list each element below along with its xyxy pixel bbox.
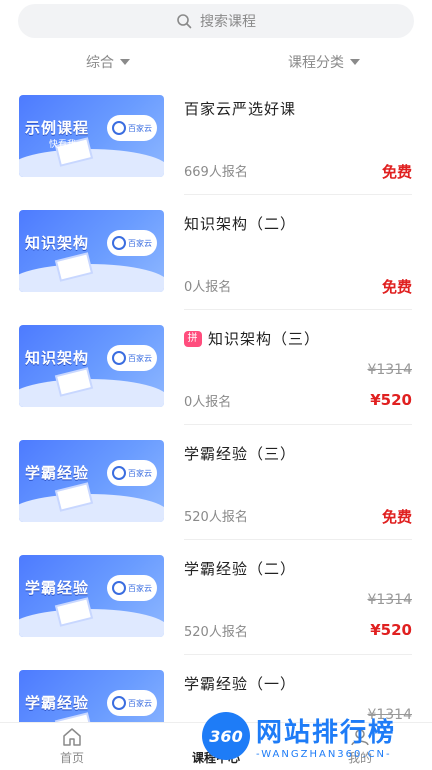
sort-filter[interactable]: 综合 <box>0 48 216 76</box>
tab-home[interactable]: 首页 <box>0 723 144 769</box>
course-price: 免费 <box>381 163 412 181</box>
thumb-decoration <box>19 264 164 292</box>
course-thumbnail: 示例课程 快看我 百家云 <box>19 95 164 177</box>
course-title-text: 学霸经验（二） <box>184 560 297 578</box>
course-title: 拼 知识架构（三） <box>184 328 320 349</box>
thumb-decoration <box>19 494 164 522</box>
thumb-decoration <box>19 379 164 407</box>
search-placeholder: 搜索课程 <box>200 14 256 30</box>
enroll-count: 520人报名 <box>184 625 248 640</box>
category-filter[interactable]: 课程分类 <box>216 48 432 76</box>
enroll-count: 0人报名 <box>184 395 232 410</box>
watermark-subtitle: -WANGZHAN360.CN- <box>256 749 392 760</box>
original-price: ¥1314 <box>367 362 412 378</box>
brand-logo: 百家云 <box>107 575 157 601</box>
group-buy-badge: 拼 <box>184 330 202 347</box>
watermark-title: 网站排行榜 <box>256 718 397 748</box>
sort-filter-label: 综合 <box>86 55 114 71</box>
thumb-title: 示例课程 <box>25 119 90 137</box>
enroll-count: 520人报名 <box>184 510 248 525</box>
course-title: 知识架构（二） <box>184 213 296 234</box>
course-item[interactable]: 示例课程 快看我 百家云 百家云严选好课 669人报名 免费 <box>0 80 432 195</box>
thumb-title: 学霸经验 <box>25 694 90 712</box>
course-title: 百家云严选好课 <box>184 98 296 119</box>
course-thumbnail: 学霸经验 百家云 <box>19 440 164 522</box>
course-price: ¥520 <box>370 391 412 409</box>
enroll-count: 0人报名 <box>184 280 232 295</box>
course-price: ¥520 <box>370 621 412 639</box>
original-price: ¥1314 <box>367 592 412 608</box>
course-item[interactable]: 知识架构 百家云 知识架构（二） 0人报名 免费 <box>0 195 432 310</box>
brand-logo: 百家云 <box>107 690 157 716</box>
brand-logo: 百家云 <box>107 460 157 486</box>
tab-home-label: 首页 <box>59 750 84 765</box>
chevron-down-icon <box>350 59 360 65</box>
brand-logo: 百家云 <box>107 230 157 256</box>
home-icon <box>63 727 81 746</box>
course-title-text: 学霸经验（三） <box>184 445 297 463</box>
brand-logo: 百家云 <box>107 345 157 371</box>
course-title-text: 学霸经验（一） <box>184 675 297 693</box>
course-title-text: 知识架构（三） <box>208 330 321 348</box>
watermark-logo: 360 <box>202 712 250 760</box>
course-price: 免费 <box>381 278 412 296</box>
search-icon <box>177 14 192 29</box>
course-thumbnail: 知识架构 百家云 <box>19 325 164 407</box>
category-filter-label: 课程分类 <box>288 55 344 71</box>
chevron-down-icon <box>120 59 130 65</box>
course-item[interactable]: 学霸经验 百家云 学霸经验（三） 520人报名 免费 <box>0 425 432 540</box>
course-item[interactable]: 知识架构 百家云 拼 知识架构（三） ¥1314 0人报名 ¥520 <box>0 310 432 425</box>
thumb-decoration <box>19 149 164 177</box>
thumb-title: 知识架构 <box>25 349 90 367</box>
filter-bar: 综合 课程分类 <box>0 48 432 76</box>
course-item[interactable]: 学霸经验 百家云 学霸经验（二） ¥1314 520人报名 ¥520 <box>0 540 432 655</box>
course-thumbnail: 知识架构 百家云 <box>19 210 164 292</box>
site-watermark: 360 网站排行榜 -WANGZHAN360.CN- <box>202 704 432 768</box>
enroll-count: 669人报名 <box>184 165 248 180</box>
thumb-decoration <box>19 609 164 637</box>
course-thumbnail: 学霸经验 百家云 <box>19 555 164 637</box>
search-bar[interactable]: 搜索课程 <box>18 4 414 38</box>
course-title: 学霸经验（一） <box>184 673 296 694</box>
thumb-title: 知识架构 <box>25 234 90 252</box>
course-title: 学霸经验（三） <box>184 443 296 464</box>
thumb-title: 学霸经验 <box>25 464 90 482</box>
course-title-text: 百家云严选好课 <box>184 100 297 118</box>
brand-logo: 百家云 <box>107 115 157 141</box>
thumb-title: 学霸经验 <box>25 579 90 597</box>
course-title-text: 知识架构（二） <box>184 215 297 233</box>
thumb-subtitle: 快看我 <box>49 140 77 150</box>
course-price: 免费 <box>381 508 412 526</box>
course-title: 学霸经验（二） <box>184 558 296 579</box>
